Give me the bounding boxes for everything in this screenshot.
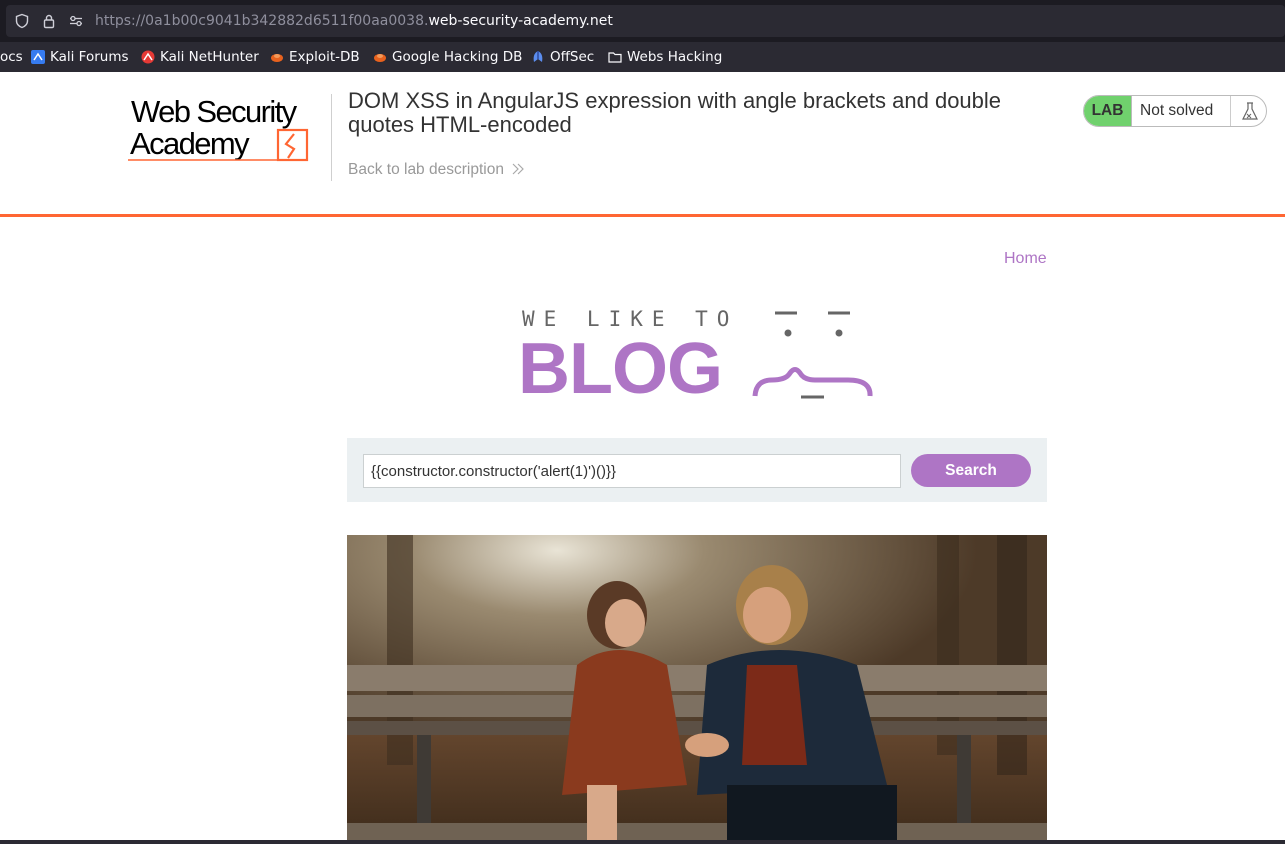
bookmark-offsec[interactable]: OffSec: [531, 48, 594, 66]
blog-logo: WE LIKE TO BLOG: [518, 307, 878, 409]
url-prefix: https://0a1b00c9041b342882d6511f00aa0038…: [95, 13, 429, 29]
url-bar[interactable]: https://0a1b00c9041b342882d6511f00aa0038…: [6, 5, 1285, 37]
lab-header: Web Security Academy DOM XSS in AngularJ…: [0, 72, 1285, 217]
bookmarks-bar: ocs Kali Forums Kali NetHunter Exploit-D…: [0, 42, 1285, 72]
exploit-db-icon: [270, 50, 284, 64]
flask-icon: [1230, 96, 1266, 126]
bookmark-docs[interactable]: ocs: [0, 48, 23, 66]
kali-nethunter-icon: [141, 50, 155, 64]
permissions-icon[interactable]: [68, 13, 84, 29]
bookmark-label: Exploit-DB: [289, 49, 360, 65]
bookmark-google-hacking-db[interactable]: Google Hacking DB: [373, 48, 522, 66]
google-hacking-db-icon: [373, 50, 387, 64]
browser-toolbar: https://0a1b00c9041b342882d6511f00aa0038…: [0, 0, 1285, 42]
search-button[interactable]: Search: [911, 454, 1031, 487]
folder-icon: [608, 50, 622, 64]
header-divider: [331, 94, 332, 181]
back-link-label: Back to lab description: [348, 161, 504, 178]
web-security-academy-logo[interactable]: Web Security Academy: [128, 94, 328, 164]
blog-face-icon: [752, 311, 873, 399]
bookmark-label: Kali NetHunter: [160, 49, 259, 65]
bookmark-webs-hacking[interactable]: Webs Hacking: [608, 48, 722, 66]
url-text[interactable]: https://0a1b00c9041b342882d6511f00aa0038…: [95, 13, 613, 29]
blog-post-image[interactable]: [347, 535, 1047, 844]
bookmark-label: Webs Hacking: [627, 49, 723, 65]
bookmark-label: Kali Forums: [50, 49, 129, 65]
lab-status-text: Not solved: [1140, 102, 1214, 119]
lock-icon[interactable]: [41, 13, 57, 29]
bookmark-exploit-db[interactable]: Exploit-DB: [270, 48, 360, 66]
bookmark-kali-forums[interactable]: Kali Forums: [31, 48, 129, 66]
bookmark-kali-nethunter[interactable]: Kali NetHunter: [141, 48, 259, 66]
bookmark-label: ocs: [0, 49, 23, 65]
offsec-icon: [531, 50, 545, 64]
double-chevron-right-icon: [511, 163, 525, 178]
bookmark-label: OffSec: [550, 49, 595, 65]
kali-forums-icon: [31, 50, 45, 64]
back-to-lab-description-link[interactable]: Back to lab description: [348, 161, 525, 179]
mother-daughter-bench-photo: [347, 535, 1047, 844]
search-panel: Search: [347, 438, 1047, 502]
url-host: web-security-academy.net: [428, 13, 613, 29]
academy-logo-mark-icon: [128, 128, 309, 162]
lab-status-widget: LAB Not solved: [1083, 95, 1267, 127]
shield-icon[interactable]: [14, 13, 30, 29]
nav-home-link[interactable]: Home: [1004, 250, 1047, 268]
browser-bottom-edge: [0, 840, 1285, 844]
bookmark-label: Google Hacking DB: [392, 49, 523, 65]
lab-badge: LAB: [1084, 96, 1132, 126]
lab-title: DOM XSS in AngularJS expression with ang…: [348, 88, 1002, 137]
search-input[interactable]: [363, 454, 901, 488]
